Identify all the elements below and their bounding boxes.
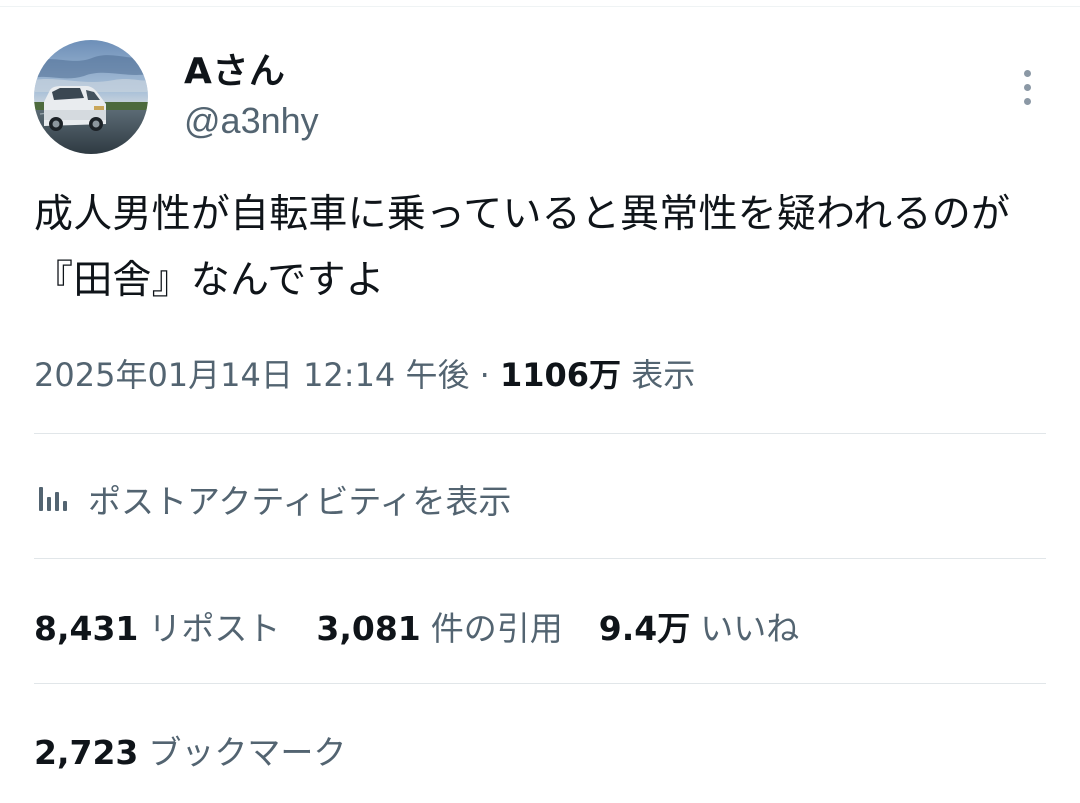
bookmarks-label: ブックマーク bbox=[148, 733, 347, 772]
likes-count: 9.4万 bbox=[598, 609, 691, 648]
engagement-stats: 8,431 リポスト 3,081 件の引用 9.4万 いいね bbox=[34, 598, 835, 654]
post-activity-label: ポストアクティビティを表示 bbox=[88, 482, 512, 521]
views-label: 表示 bbox=[631, 356, 696, 394]
reposts-stat[interactable]: 8,431 リポスト bbox=[34, 602, 280, 650]
avatar-image bbox=[34, 40, 148, 154]
more-dot bbox=[1024, 98, 1031, 105]
more-options-icon[interactable] bbox=[1016, 66, 1040, 110]
tweet-text: 成人男性が自転車に乗っていると異常性を疑われるのが『田舎』なんですよ bbox=[34, 192, 1011, 303]
likes-stat[interactable]: 9.4万 いいね bbox=[599, 602, 799, 650]
user-handle[interactable]: @a3nhy bbox=[184, 96, 319, 146]
views-count: 1106万 bbox=[499, 356, 622, 394]
reposts-count: 8,431 bbox=[34, 609, 139, 648]
meta-separator: · bbox=[479, 356, 490, 394]
more-dot bbox=[1024, 70, 1031, 77]
display-name[interactable]: Aさん bbox=[184, 48, 319, 96]
avatar[interactable] bbox=[34, 40, 148, 154]
analytics-bars-icon bbox=[39, 487, 67, 511]
post-activity-link[interactable]: ポストアクティビティを表示 bbox=[34, 472, 511, 526]
divider bbox=[34, 433, 1046, 434]
tweet-meta: 2025年01月14日 12:14 午後 · 1106万 表示 bbox=[34, 350, 695, 400]
bookmarks-count: 2,723 bbox=[34, 733, 139, 772]
bookmarks-stat-row: 2,723 ブックマーク bbox=[34, 722, 382, 778]
divider bbox=[34, 558, 1046, 559]
quotes-count: 3,081 bbox=[316, 609, 421, 648]
tweet-time[interactable]: 12:14 午後 bbox=[303, 356, 469, 394]
top-divider bbox=[0, 6, 1080, 7]
reposts-label: リポスト bbox=[148, 609, 281, 648]
tweet-date[interactable]: 2025年01月14日 bbox=[34, 356, 293, 394]
quotes-stat[interactable]: 3,081 件の引用 bbox=[316, 602, 562, 650]
author-names: Aさん @a3nhy bbox=[184, 48, 319, 146]
quotes-label: 件の引用 bbox=[430, 609, 563, 648]
tweet-header: Aさん @a3nhy bbox=[34, 40, 1046, 156]
more-dot bbox=[1024, 84, 1031, 91]
likes-label: いいね bbox=[700, 609, 800, 648]
bookmarks-stat[interactable]: 2,723 ブックマーク bbox=[34, 726, 346, 774]
divider bbox=[34, 683, 1046, 684]
